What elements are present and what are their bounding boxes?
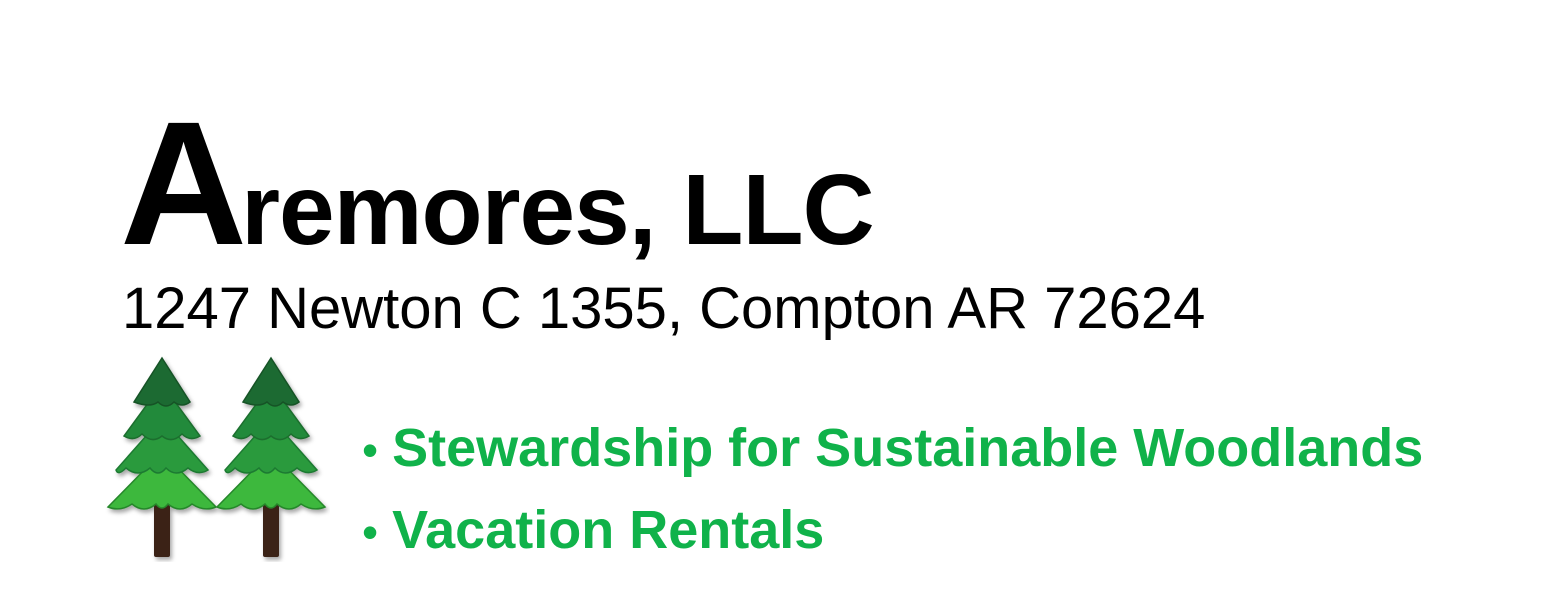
bullet: •	[362, 424, 379, 476]
service-item-stewardship: • Stewardship for Sustainable Woodlands	[362, 408, 1423, 490]
pine-tree-left-icon	[106, 356, 218, 557]
bullet: •	[362, 506, 379, 558]
pine-trees-icon	[106, 356, 327, 557]
pine-tree-right-icon	[215, 356, 327, 557]
service-item-vacation-rentals: • Vacation Rentals	[362, 490, 1423, 572]
company-title: Aremores, LLC	[120, 96, 875, 272]
company-address: 1247 Newton C 1355, Compton AR 72624	[122, 276, 1206, 341]
company-title-rest: remores, LLC	[241, 154, 875, 266]
service-label: Vacation Rentals	[392, 500, 825, 560]
service-label: Stewardship for Sustainable Woodlands	[392, 418, 1424, 478]
services-list: • Stewardship for Sustainable Woodlands …	[362, 408, 1423, 572]
company-title-initial: A	[120, 86, 247, 282]
